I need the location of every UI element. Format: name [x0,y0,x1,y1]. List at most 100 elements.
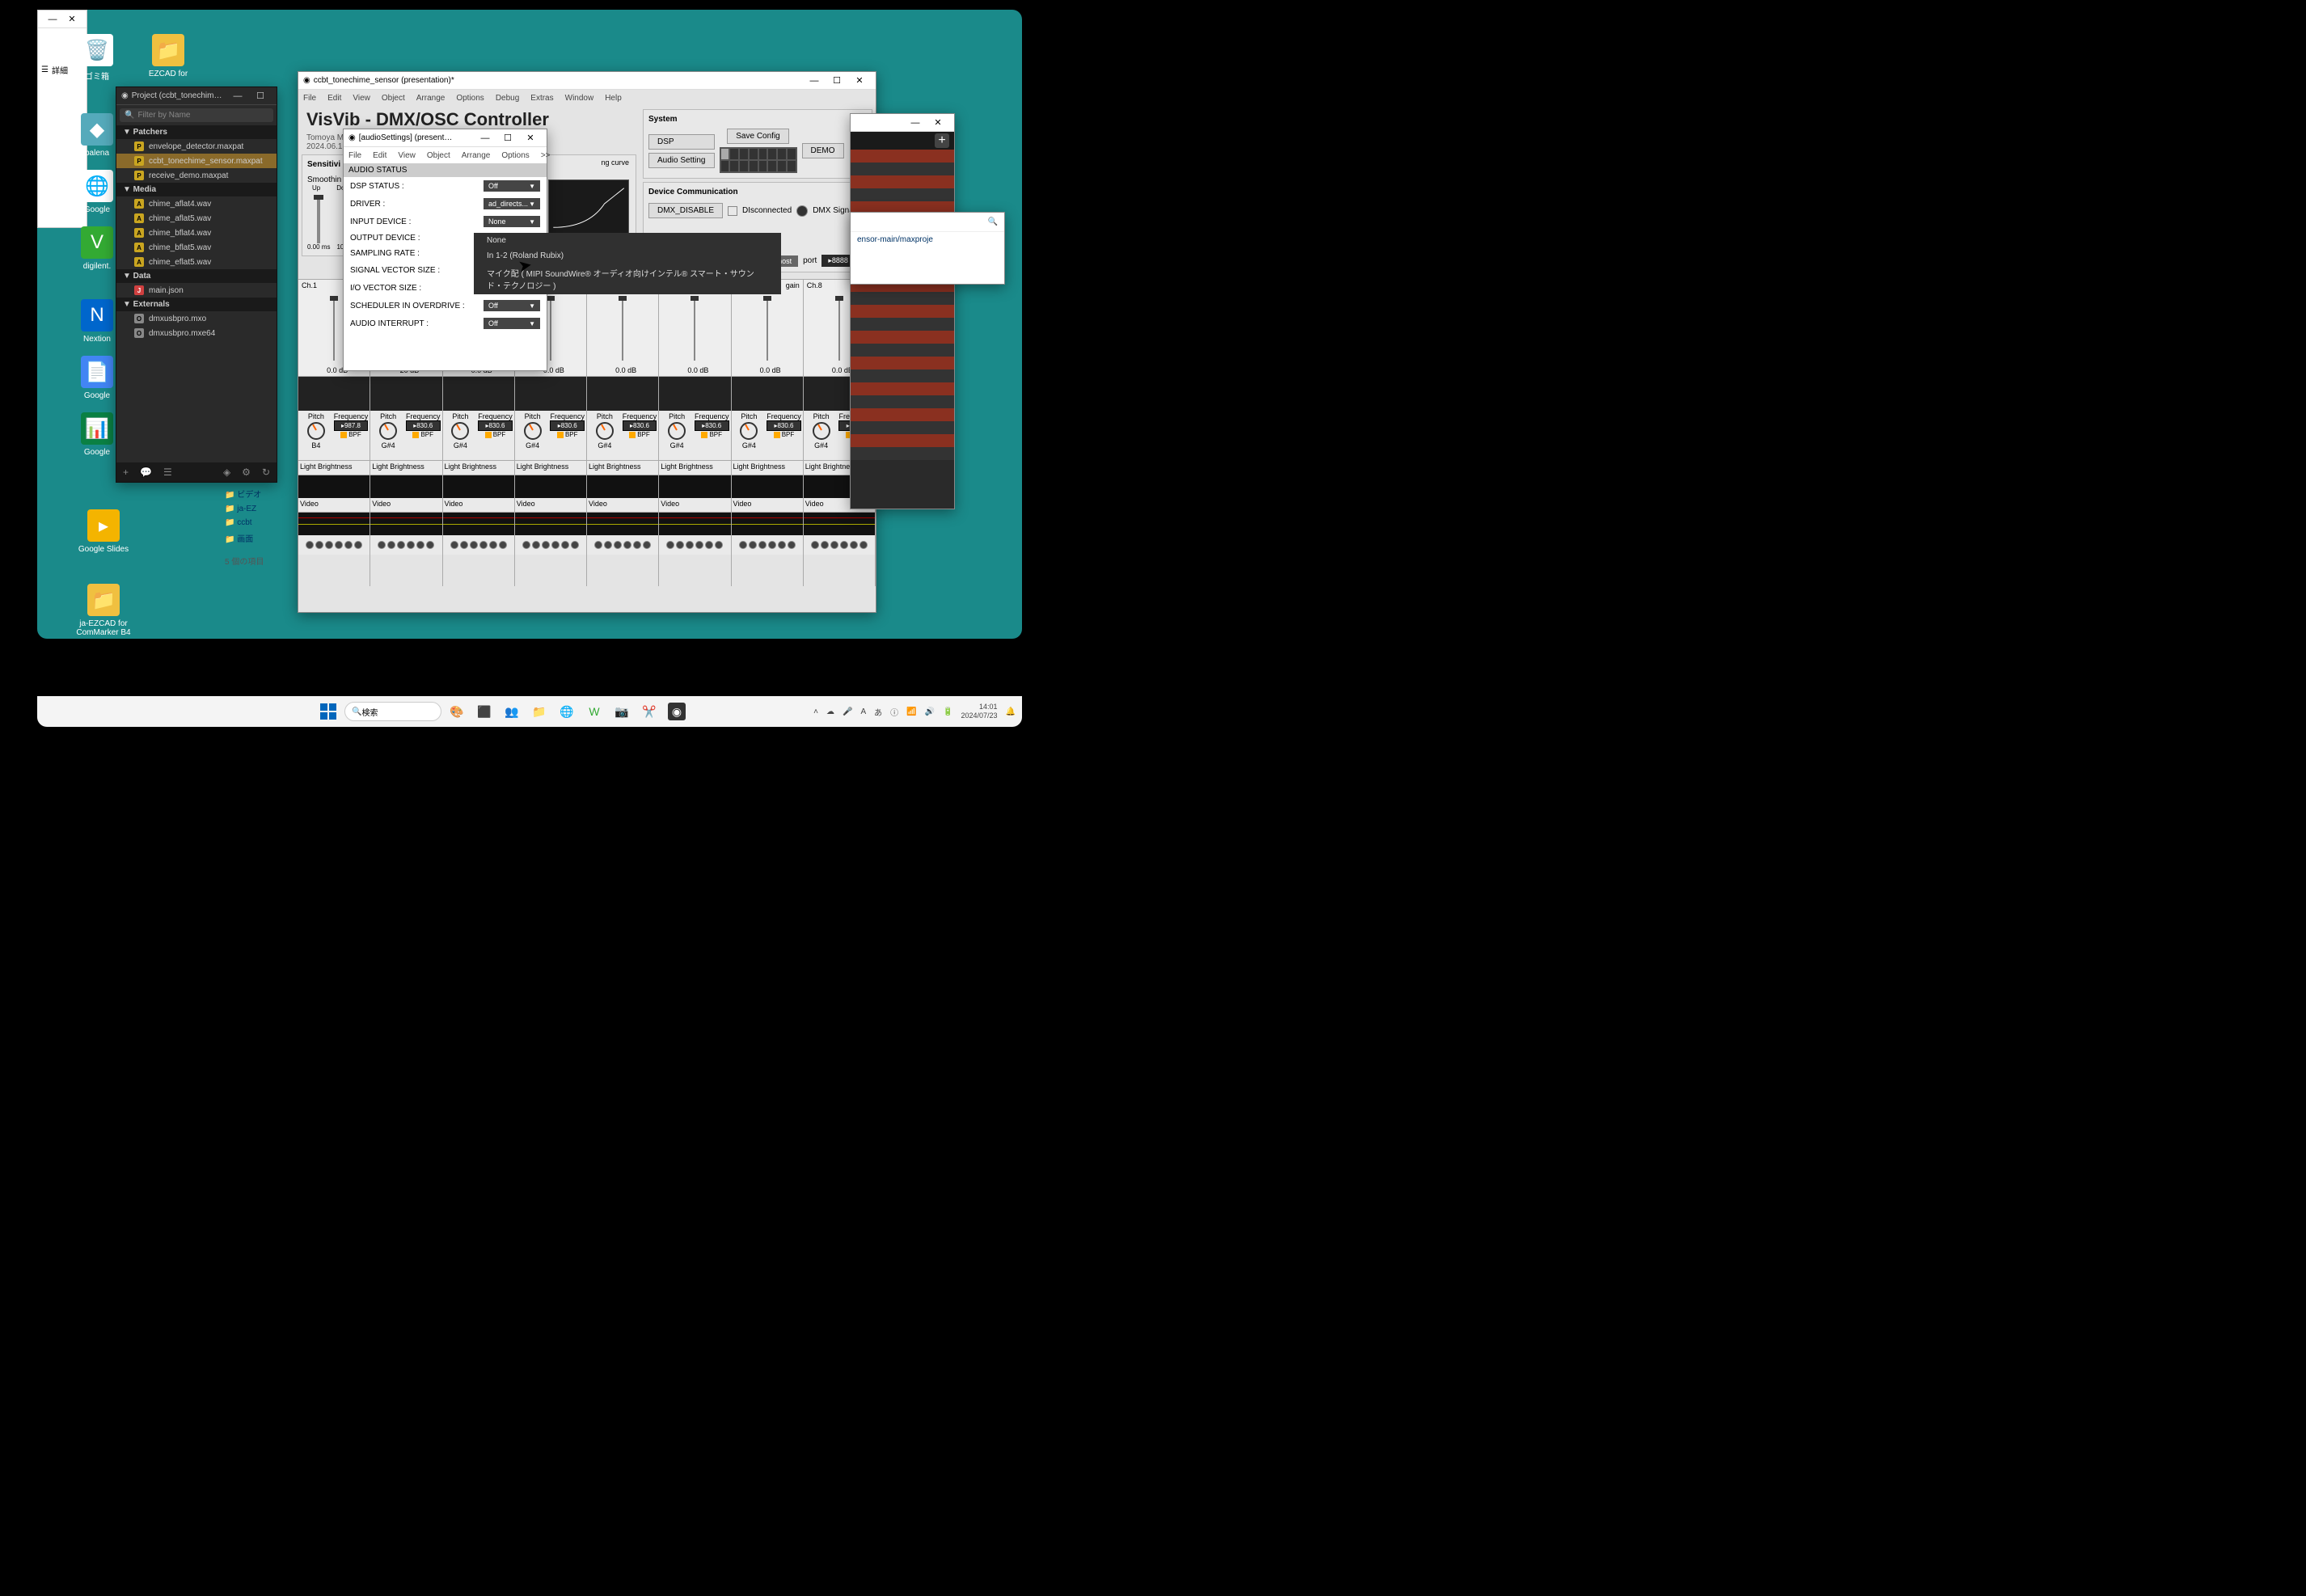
input-device-dropdown[interactable]: NoneIn 1-2 (Roland Rubix)マイク配 ( MIPI Sou… [474,233,781,294]
refresh-icon[interactable]: ↻ [262,467,270,478]
close-icon[interactable]: ✕ [848,75,871,86]
mic-icon[interactable]: 🎤 [843,707,852,716]
pitch-knob[interactable] [596,422,614,440]
project-item[interactable]: Achime_bflat4.wav [116,226,277,240]
notification-icon[interactable]: 🔔 [1006,707,1016,716]
folder-item[interactable]: 📁 画面 [225,530,298,547]
menu-item[interactable]: File [303,94,316,103]
dropdown-option[interactable]: マイク配 ( MIPI SoundWire® オーディオ向けインテル® スマート… [474,264,781,294]
chrome-icon[interactable]: 🌐 [558,703,576,720]
menu-item[interactable]: Object [427,151,450,160]
freq-value[interactable]: ▸830.6 [695,420,729,431]
setting-select[interactable]: Off▼ [484,318,540,329]
fader-handle[interactable] [314,195,323,200]
close-icon[interactable]: ✕ [519,133,542,143]
taskbar-app[interactable]: 👥 [503,703,521,720]
close-icon[interactable]: ✕ [927,117,949,128]
setting-select[interactable]: ad_directs...▼ [484,198,540,209]
freq-value[interactable]: ▸830.6 [478,420,513,431]
cloud-icon[interactable]: ☁ [826,707,834,716]
taskbar-app[interactable]: ✂️ [640,703,658,720]
camera-icon[interactable]: 📷 [613,703,631,720]
wifi-icon[interactable]: 📶 [906,707,916,716]
start-button[interactable] [319,702,338,721]
setting-select[interactable]: None▼ [484,216,540,227]
add-icon[interactable]: + [123,467,129,478]
section-header[interactable]: ▼ Media [116,183,277,196]
project-item[interactable]: Preceive_demo.maxpat [116,168,277,183]
project-item[interactable]: Odmxusbpro.mxo [116,311,277,326]
fader-handle[interactable] [691,296,699,301]
project-item[interactable]: Odmxusbpro.mxe64 [116,326,277,340]
checkbox[interactable] [728,206,737,216]
min-icon[interactable]: — [226,91,249,101]
audio-setting-button[interactable]: Audio Setting [648,153,715,168]
pitch-knob[interactable] [740,422,758,440]
desktop-icon[interactable]: ▸Google Slides [71,509,136,554]
add-icon[interactable]: + [935,133,949,148]
search-icon[interactable]: 🔍 [988,217,998,226]
dsp-button[interactable]: DSP [648,134,715,150]
freq-value[interactable]: ▸830.6 [767,420,801,431]
project-item[interactable]: Jmain.json [116,283,277,298]
chat-icon[interactable]: 💬 [140,467,152,478]
section-header[interactable]: ▼ Patchers [116,125,277,139]
pitch-knob[interactable] [813,422,830,440]
max-taskbar-icon[interactable]: ◉ [668,703,686,720]
freq-value[interactable]: ▸830.6 [623,420,657,431]
project-item[interactable]: Achime_bflat5.wav [116,240,277,255]
project-item[interactable]: Achime_aflat5.wav [116,211,277,226]
max-icon[interactable]: ☐ [826,75,848,86]
close-icon[interactable]: ✕ [62,14,82,24]
chevron-up-icon[interactable]: ˄ [813,707,818,716]
desktop-icon[interactable]: 📁ja-EZCAD for ComMarker B4 [71,584,136,637]
min-icon[interactable]: — [904,118,927,128]
volume-icon[interactable]: 🔊 [925,707,935,716]
dropdown-option[interactable]: In 1-2 (Roland Rubix) [474,248,781,264]
menu-item[interactable]: Help [605,94,622,103]
min-icon[interactable]: — [474,133,496,143]
taskbar-app[interactable]: W [585,703,603,720]
ime-icon[interactable]: あ [874,706,882,718]
save-config-button[interactable]: Save Config [727,129,788,144]
preset-matrix[interactable] [720,147,797,173]
explorer-icon[interactable]: 📁 [530,703,548,720]
freq-value[interactable]: ▸830.6 [406,420,441,431]
layers-icon[interactable]: ◈ [223,467,230,478]
setting-select[interactable]: Off▼ [484,180,540,192]
pitch-knob[interactable] [307,422,325,440]
clock[interactable]: 14:012024/07/23 [961,703,998,720]
dmx-disable-button[interactable]: DMX_DISABLE [648,203,723,218]
menu-item[interactable]: File [348,151,361,160]
menu-item[interactable]: View [398,151,416,160]
menu-item[interactable]: Window [565,94,594,103]
pitch-knob[interactable] [451,422,469,440]
project-item[interactable]: Achime_aflat4.wav [116,196,277,211]
desktop-icon[interactable]: 🗑️ゴミ箱 [65,34,129,82]
dropdown-option[interactable]: None [474,233,781,248]
taskbar-app[interactable]: 🎨 [448,703,466,720]
taskbar-app[interactable]: ⬛ [475,703,493,720]
fader-handle[interactable] [763,296,771,301]
max-icon[interactable]: ☐ [249,91,272,101]
min-icon[interactable]: — [43,15,62,24]
menu-item[interactable]: Extras [530,94,553,103]
gear-icon[interactable]: ⚙ [242,467,251,478]
menu-item[interactable]: Debug [496,94,519,103]
filter-input[interactable]: 🔍Filter by Name [120,108,273,122]
menu-item[interactable]: Edit [373,151,386,160]
project-item[interactable]: Penvelope_detector.maxpat [116,139,277,154]
folder-item[interactable]: 📁 ccbt [225,516,298,530]
folder-item[interactable]: 📁 ja-EZ [225,502,298,516]
freq-value[interactable]: ▸987.8 [334,420,369,431]
desktop-icon[interactable]: 📁EZCAD for [136,34,201,78]
max-icon[interactable]: ☐ [496,133,519,143]
fader-handle[interactable] [619,296,627,301]
menu-item[interactable]: View [353,94,370,103]
fader-handle[interactable] [547,296,555,301]
setting-select[interactable]: Off▼ [484,300,540,311]
project-item[interactable]: Pccbt_tonechime_sensor.maxpat [116,154,277,168]
menu-item[interactable]: Edit [327,94,341,103]
pitch-knob[interactable] [379,422,397,440]
menu-item[interactable]: Arrange [462,151,491,160]
